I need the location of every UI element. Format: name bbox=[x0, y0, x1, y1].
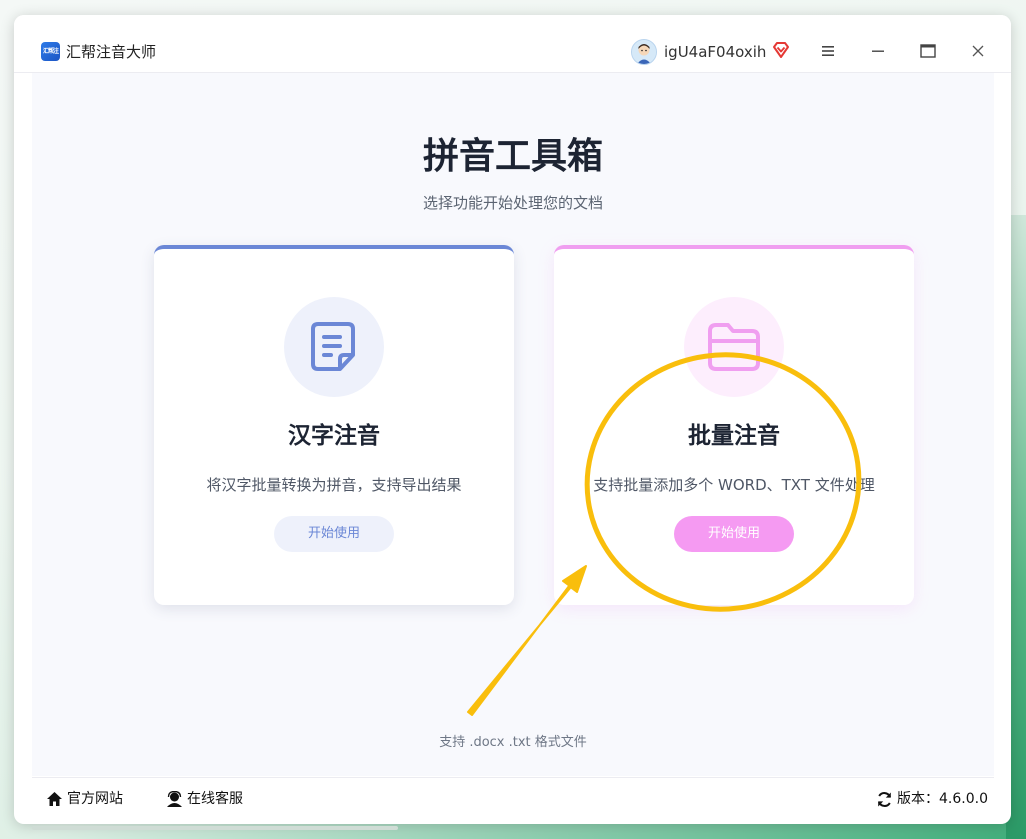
card-batch-annotation[interactable]: 批量注音 支持批量添加多个 WORD、TXT 文件处理 开始使用 bbox=[554, 245, 914, 605]
online-support-link[interactable]: 在线客服 bbox=[166, 790, 243, 808]
card-icon-wrapper bbox=[684, 297, 784, 397]
close-icon bbox=[972, 45, 984, 57]
supported-formats-note: 支持 .docx .txt 格式文件 bbox=[439, 735, 587, 750]
scroll-indicator bbox=[32, 826, 398, 830]
vip-diamond-icon[interactable] bbox=[772, 41, 790, 59]
version-label: 版本：4.6.0.0 bbox=[897, 791, 988, 807]
menu-icon bbox=[822, 46, 834, 56]
official-website-label: 官方网站 bbox=[67, 791, 123, 807]
maximize-icon bbox=[920, 44, 936, 58]
card-icon-wrapper bbox=[284, 297, 384, 397]
maximize-button[interactable] bbox=[914, 37, 942, 65]
app-logo-icon: 汇帮注音 bbox=[41, 42, 60, 61]
card-title: 汉字注音 bbox=[288, 423, 380, 449]
status-bar: 官方网站 在线客服 版本：4.6.0.0 bbox=[32, 777, 994, 823]
card-description: 支持批量添加多个 WORD、TXT 文件处理 bbox=[593, 476, 875, 494]
title-bar: 汇帮注音 汇帮注音大师 igU4aF04oxih bbox=[14, 15, 1011, 73]
card-title: 批量注音 bbox=[688, 423, 780, 449]
page-subtitle: 选择功能开始处理您的文档 bbox=[422, 194, 603, 212]
app-title: 汇帮注音大师 bbox=[66, 43, 157, 61]
user-avatar[interactable] bbox=[631, 39, 657, 65]
close-button[interactable] bbox=[964, 37, 992, 65]
main-content: 拼音工具箱 选择功能开始处理您的文档 汉字注音 将汉字批量转换为拼音，支持导出结… bbox=[32, 73, 994, 776]
refresh-icon bbox=[878, 791, 891, 807]
document-icon bbox=[311, 322, 355, 371]
start-button-hanzi[interactable]: 开始使用 bbox=[274, 516, 394, 552]
official-website-link[interactable]: 官方网站 bbox=[46, 790, 123, 808]
card-description: 将汉字批量转换为拼音，支持导出结果 bbox=[206, 476, 462, 494]
menu-button[interactable] bbox=[814, 37, 842, 65]
customer-service-icon bbox=[167, 791, 182, 807]
card-hanzi-annotation[interactable]: 汉字注音 将汉字批量转换为拼音，支持导出结果 开始使用 bbox=[154, 245, 514, 605]
version-info[interactable]: 版本：4.6.0.0 bbox=[876, 790, 988, 808]
home-icon bbox=[47, 792, 62, 806]
online-support-label: 在线客服 bbox=[187, 791, 243, 807]
folder-icon bbox=[708, 323, 760, 371]
app-window: 汇帮注音 汇帮注音大师 igU4aF04oxih bbox=[14, 15, 1011, 824]
page-title: 拼音工具箱 bbox=[422, 136, 603, 177]
username[interactable]: igU4aF04oxih bbox=[664, 42, 766, 62]
minimize-button[interactable] bbox=[864, 37, 892, 65]
minimize-icon bbox=[872, 50, 884, 52]
start-button-batch[interactable]: 开始使用 bbox=[674, 516, 794, 552]
